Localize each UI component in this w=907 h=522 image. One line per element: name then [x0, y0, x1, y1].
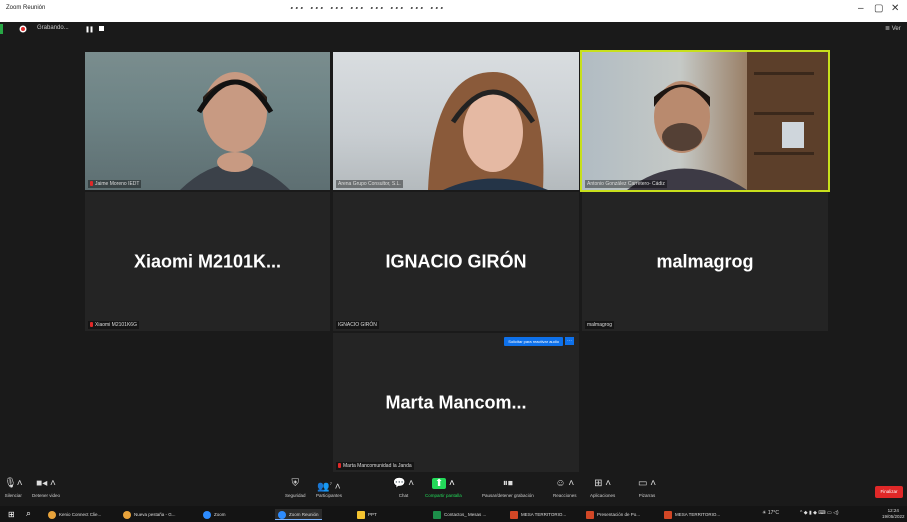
participant-video — [85, 52, 330, 190]
security-button[interactable]: ⛨ Seguridad — [285, 478, 306, 498]
recording-bar: Grabando... ❚❚ ≣ Ver — [0, 22, 907, 36]
participant-name-tag: Jaime Moreno IEDT — [88, 180, 142, 188]
recording-label: Grabando... — [37, 25, 69, 31]
taskbar-item[interactable]: Nueva pestaña - G... — [123, 509, 176, 520]
close-button[interactable]: ✕ — [891, 3, 899, 14]
search-icon[interactable]: ⌕ — [26, 508, 31, 519]
taskbar-item[interactable]: MESA TERRITORIO... — [664, 509, 720, 520]
pause-stop-icon: ⏸⏹ — [502, 478, 513, 489]
title-bar: Zoom Reunión ... ... ... ... ... ... ...… — [0, 0, 907, 22]
smiley-icon: ☺ ˄ — [555, 478, 575, 489]
maximize-button[interactable]: ▢ — [874, 3, 883, 14]
video-tile[interactable]: Xiaomi M2101K... Xiaomi M2101K6G — [85, 192, 330, 331]
whiteboards-button[interactable]: ▭ ˄ Pizarras — [638, 478, 656, 498]
folder-icon — [357, 510, 365, 519]
taskbar-item[interactable]: Kenio Connect Clie... — [48, 509, 101, 520]
taskbar-item[interactable]: MESA TERRITORIO... — [510, 509, 566, 520]
zoom-meeting-window: Zoom Reunión ... ... ... ... ... ... ...… — [0, 0, 907, 522]
video-tile[interactable]: IGNACIO GIRÓN IGNACIO GIRÓN — [333, 192, 579, 331]
taskbar-item[interactable]: PPT — [357, 509, 377, 520]
taskbar-clock[interactable]: 12:24 19/05/2022 — [882, 508, 905, 520]
apps-button[interactable]: ⊞ ˄ Aplicaciones — [590, 478, 615, 498]
video-tile[interactable]: malmagrog malmagrog — [582, 192, 828, 331]
stop-recording-button[interactable] — [99, 26, 104, 31]
chat-bubble-icon: 💬 ˄ — [393, 478, 415, 489]
mic-muted-icon — [90, 322, 93, 328]
participant-name-tag: IGNACIO GIRÓN — [336, 321, 379, 329]
chrome-icon — [48, 510, 56, 519]
share-screen-icon: ⬆ ˄ — [425, 478, 462, 490]
mic-muted-icon — [90, 181, 93, 187]
pause-stop-recording-button[interactable]: ⏸⏹ Pausar/detener grabación — [482, 478, 534, 498]
mic-muted-icon — [338, 463, 341, 469]
participant-name-tag: Xiaomi M2101K6G — [88, 321, 139, 329]
shield-icon: ⛨ — [291, 478, 300, 489]
video-tile-active-speaker[interactable]: Antonio González Carretero- Cádiz — [580, 50, 830, 192]
chat-button[interactable]: 💬 ˄ Chat — [393, 478, 414, 498]
taskbar-item[interactable]: Presentación de Po... — [586, 509, 640, 520]
participant-video — [582, 52, 828, 190]
apps-icon: ⊞ ˄ — [594, 478, 612, 489]
taskbar-item[interactable]: Contactos_ Mesas ... — [433, 509, 486, 520]
taskbar-item[interactable]: Zoom — [203, 509, 226, 520]
meeting-toolbar: 🎙˄ Silenciar ■◂ ˄ Detener video ⛨ Seguri… — [0, 476, 907, 506]
microphone-icon: 🎙˄ — [4, 478, 23, 489]
end-meeting-button[interactable]: Finalizar — [875, 486, 903, 498]
system-tray-icons[interactable]: ^ ◆ ▮ ◆ ⌨ ▭ ◁) — [800, 510, 839, 516]
minimize-button[interactable]: – — [858, 3, 864, 14]
participant-silhouette — [627, 52, 828, 190]
mute-button[interactable]: 🎙˄ Silenciar — [4, 478, 23, 498]
windows-start-icon[interactable]: ⊞ — [8, 510, 15, 519]
windows-taskbar: ⊞ ⌕ Kenio Connect Clie... Nueva pestaña … — [0, 506, 907, 522]
chrome-icon — [123, 510, 131, 519]
request-menu-button[interactable]: ⋯ — [565, 337, 574, 345]
participant-video — [333, 52, 579, 190]
security-indicator — [0, 24, 3, 34]
powerpoint-icon — [510, 510, 518, 519]
video-tile[interactable]: Jaime Moreno IEDT — [85, 52, 330, 190]
participants-button[interactable]: 👥7 ˄ Participantes — [316, 478, 342, 498]
share-screen-button[interactable]: ⬆ ˄ Compartir pantalla — [425, 478, 462, 498]
participant-display-name: Xiaomi M2101K... — [133, 251, 282, 271]
whiteboard-icon: ▭ ˄ — [638, 478, 657, 489]
participant-name-tag: Arena Grupo Consultor, S.L. — [336, 180, 403, 188]
participant-name-tag: malmagrog — [585, 321, 615, 329]
participant-silhouette — [428, 72, 548, 190]
powerpoint-icon — [586, 510, 594, 519]
participant-display-name: malmagrog — [656, 251, 754, 271]
reactions-button[interactable]: ☺ ˄ Reacciones — [553, 478, 577, 498]
view-button[interactable]: ≣ Ver — [885, 25, 901, 32]
zoom-icon — [278, 510, 286, 519]
participant-display-name: Marta Mancom... — [385, 392, 527, 412]
zoom-icon — [203, 510, 211, 519]
taskbar-item-active[interactable]: Zoom Reunión — [275, 509, 322, 520]
video-camera-icon: ■◂ ˄ — [36, 478, 56, 489]
overlay-caption: ... ... ... ... ... ... ... ... — [290, 0, 446, 13]
participant-silhouette — [180, 72, 290, 190]
video-tile[interactable]: Solicitar para reactivar audio ⋯ Marta M… — [333, 333, 579, 472]
participant-display-name: IGNACIO GIRÓN — [385, 251, 527, 271]
stop-video-button[interactable]: ■◂ ˄ Detener video — [32, 478, 60, 498]
window-title: Zoom Reunión — [6, 5, 46, 11]
powerpoint-icon — [664, 510, 672, 519]
participants-icon: 👥7 ˄ — [317, 481, 341, 493]
request-unmute-button[interactable]: Solicitar para reactivar audio — [504, 337, 563, 346]
excel-icon — [433, 510, 441, 519]
participant-name-tag: Antonio González Carretero- Cádiz — [585, 180, 667, 188]
recording-icon — [19, 25, 27, 33]
pause-recording-button[interactable]: ❚❚ — [85, 26, 94, 33]
video-tile[interactable]: Arena Grupo Consultor, S.L. — [333, 52, 579, 190]
weather-widget[interactable]: ☀ 17°C — [762, 510, 779, 516]
participant-name-tag: Marta Mancomunidad la Janda — [336, 462, 414, 470]
